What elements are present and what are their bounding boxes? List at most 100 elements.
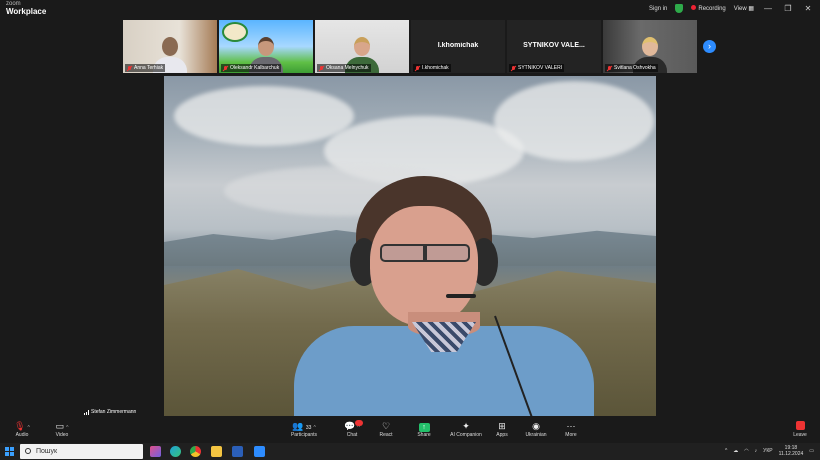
windows-taskbar: Пошук ^ ☁ ◠ ♪ УКР 19:18 11.12.2024 ▭ — [0, 443, 820, 460]
participant-tile[interactable]: SYTNIKOV VALE... SYTNIKOV VALERI — [507, 20, 601, 73]
chat-bubble-icon: 💬 — [344, 421, 356, 431]
leave-button[interactable]: Leave — [782, 421, 818, 438]
taskbar-search-input[interactable]: Пошук — [20, 444, 143, 459]
globe-icon: ◉ — [532, 421, 540, 431]
mic-muted-icon: 🎙 — [14, 421, 26, 431]
zoom-app-icon[interactable] — [254, 446, 265, 457]
language-label: Ukrainian — [525, 432, 547, 438]
chevron-up-icon[interactable]: ^ — [28, 425, 30, 431]
notification-icon[interactable]: ▭ — [809, 448, 814, 454]
app-logo: zoom Workplace — [6, 1, 47, 16]
participant-tile[interactable]: Svitlana Oshvokha — [603, 20, 697, 73]
edge-icon[interactable] — [170, 446, 181, 457]
close-button[interactable]: ✕ — [802, 4, 814, 13]
participant-display-name: I.khomichak — [437, 42, 479, 49]
maximize-button[interactable]: ❐ — [782, 4, 794, 13]
meeting-toolbar: 🎙 ^ Audio ▭ ^ Video 👥 33 ^ Participants 💬 ^ … — [0, 418, 820, 443]
mic-muted-icon — [607, 65, 612, 71]
more-label: More — [565, 432, 577, 438]
sparkle-icon: ✦ — [462, 421, 470, 431]
participant-tile[interactable]: Oleksandr Kalbarchuk — [219, 20, 313, 73]
file-explorer-icon[interactable] — [211, 446, 222, 457]
people-icon: 👥 — [292, 421, 304, 431]
system-tray: ^ ☁ ◠ ♪ УКР 19:18 11.12.2024 ▭ — [725, 445, 814, 457]
view-label: View — [733, 6, 747, 12]
mic-muted-icon — [319, 65, 324, 71]
participant-name: Anna Terhiak — [125, 64, 166, 72]
background-cloud — [494, 81, 654, 161]
video-label: Video — [55, 432, 69, 438]
background-cloud — [174, 86, 354, 146]
unread-badge — [355, 420, 363, 426]
signal-strength-icon — [84, 409, 89, 415]
gallery-strip: Anna Terhiak Oleksandr Kalbarchuk Oksana… — [123, 20, 697, 73]
participant-name: SYTNIKOV VALERI — [509, 64, 565, 72]
participant-name: Oleksandr Kalbarchuk — [221, 64, 282, 72]
participants-button[interactable]: 👥 33 ^ Participants — [286, 421, 322, 438]
brand-main: Workplace — [6, 7, 47, 16]
wifi-icon[interactable]: ◠ — [744, 448, 748, 454]
participant-tile[interactable]: Anna Terhiak — [123, 20, 217, 73]
ai-companion-button[interactable]: ✦ AI Companion — [446, 421, 486, 438]
emblem-icon — [222, 22, 248, 42]
mic-muted-icon — [223, 65, 228, 71]
recording-label: Recording — [698, 6, 726, 12]
leave-icon — [795, 421, 805, 430]
ai-companion-label: AI Companion — [450, 432, 482, 438]
apps-label: Apps — [496, 432, 508, 438]
react-button[interactable]: ♡ React — [368, 421, 404, 438]
chevron-up-icon[interactable]: ^ — [66, 425, 68, 431]
participants-count: 33 — [305, 425, 312, 431]
participant-tile[interactable]: I.khomichak I.khomichak — [411, 20, 505, 73]
sign-in-link[interactable]: Sign in — [649, 6, 667, 12]
security-shield-icon[interactable] — [675, 4, 684, 13]
audio-button[interactable]: 🎙 ^ Audio — [4, 421, 40, 438]
keyboard-language[interactable]: УКР — [763, 448, 772, 454]
grid-icon: ▦ — [748, 6, 754, 12]
mic-muted-icon — [511, 65, 516, 71]
participant-name: I.khomichak — [413, 64, 451, 72]
volume-icon[interactable]: ♪ — [755, 448, 758, 454]
next-page-button[interactable]: › — [703, 40, 716, 53]
share-screen-icon: ↑ — [418, 423, 430, 432]
chat-button[interactable]: 💬 ^ Chat — [334, 420, 370, 438]
speaker-name: Stefan Zimmermann — [91, 409, 137, 415]
react-label: React — [379, 432, 393, 438]
participant-tile[interactable]: Oksana Melnychuk — [315, 20, 409, 73]
search-placeholder: Пошук — [36, 448, 58, 455]
audio-label: Audio — [15, 432, 29, 438]
active-speaker-video[interactable] — [164, 76, 656, 416]
chevron-up-icon[interactable]: ^ — [725, 448, 727, 454]
share-label: Share — [417, 432, 431, 438]
title-bar: zoom Workplace Sign in Recording View ▦ … — [0, 0, 820, 18]
view-button[interactable]: View ▦ — [734, 5, 754, 12]
chevron-up-icon[interactable]: ^ — [313, 425, 315, 431]
speaker-name-label: Stefan Zimmermann — [84, 409, 136, 415]
chat-label: Chat — [346, 432, 358, 438]
heart-icon: ♡ — [381, 421, 391, 431]
apps-button[interactable]: ⊞ Apps — [484, 421, 520, 438]
mic-muted-icon — [127, 65, 132, 71]
more-button[interactable]: ⋯ More — [553, 421, 589, 438]
chevron-right-icon: › — [708, 41, 711, 51]
mic-muted-icon — [415, 65, 420, 71]
recording-indicator[interactable]: Recording — [691, 5, 726, 12]
clock[interactable]: 19:18 11.12.2024 — [779, 445, 804, 457]
windows-start-icon[interactable] — [5, 447, 14, 456]
participant-display-name: SYTNIKOV VALE... — [523, 42, 585, 49]
share-button[interactable]: ↑ Share — [406, 421, 442, 438]
video-camera-icon: ▭ — [55, 421, 65, 431]
apps-grid-icon: ⊞ — [498, 421, 506, 431]
chrome-icon[interactable] — [190, 446, 201, 457]
more-dots-icon: ⋯ — [566, 421, 576, 431]
leave-label: Leave — [793, 432, 807, 438]
participant-name: Oksana Melnychuk — [317, 64, 371, 72]
video-button[interactable]: ▭ ^ Video — [44, 421, 80, 438]
clock-date: 11.12.2024 — [778, 451, 804, 457]
word-icon[interactable] — [232, 446, 243, 457]
onedrive-icon[interactable]: ☁ — [733, 448, 738, 454]
language-interpretation-button[interactable]: ◉ Ukrainian — [518, 421, 554, 438]
widgets-icon[interactable] — [150, 446, 161, 457]
participants-label: Participants — [290, 432, 318, 438]
minimize-button[interactable]: — — [762, 4, 774, 13]
